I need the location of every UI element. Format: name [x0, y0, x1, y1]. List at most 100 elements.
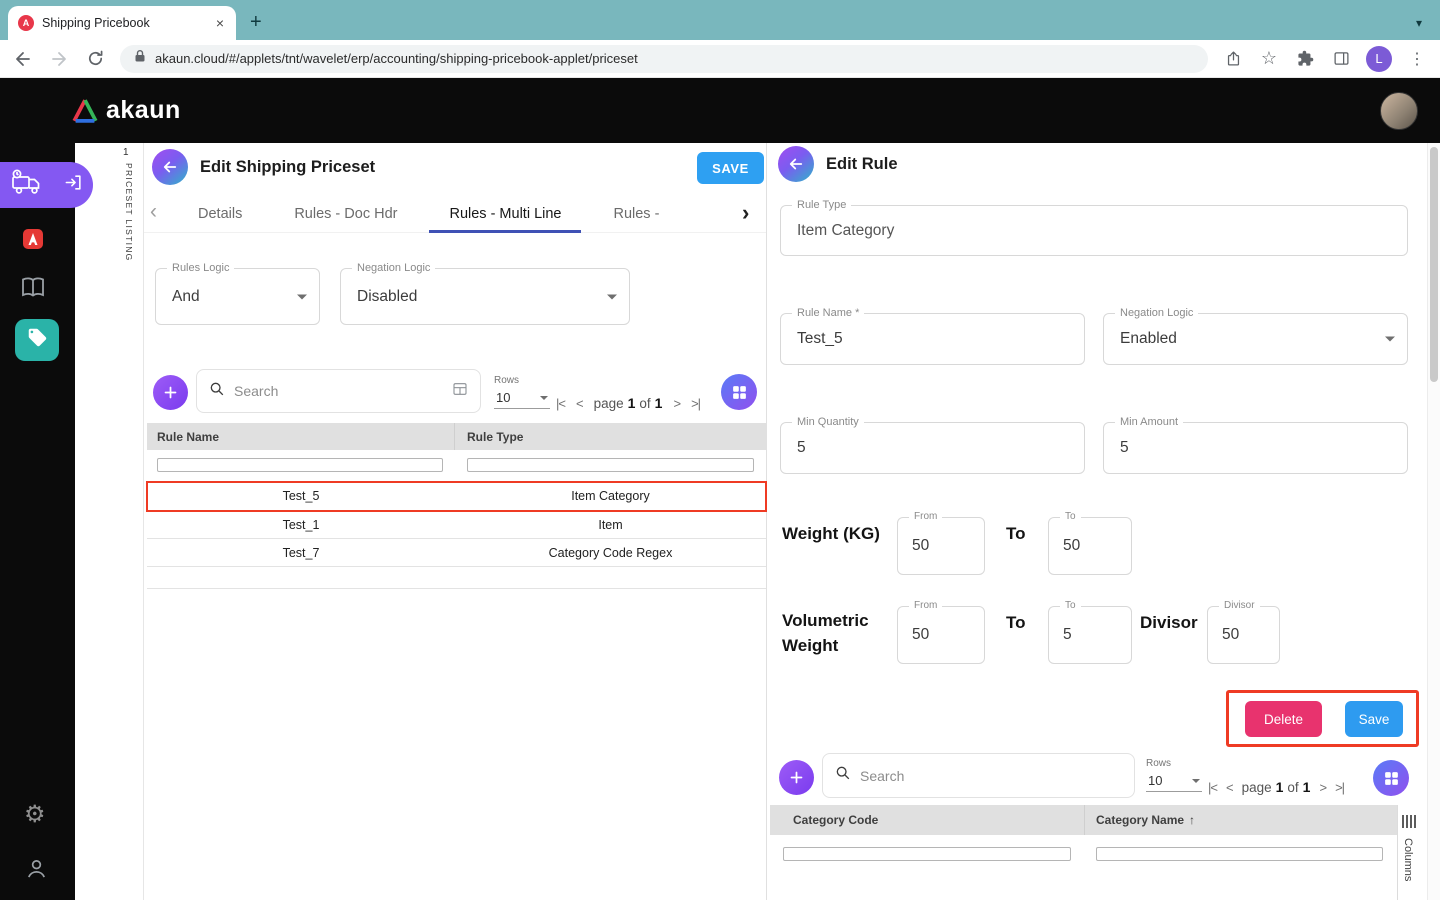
category-search-box — [822, 753, 1135, 798]
next-page-button[interactable]: > — [1319, 780, 1326, 795]
weight-to-field[interactable]: To 50 — [1048, 517, 1132, 575]
sidebar-item-shipping-active[interactable] — [0, 162, 93, 208]
rule-name-filter-input[interactable] — [157, 458, 443, 472]
table-icon[interactable] — [452, 381, 468, 402]
divisor-field[interactable]: Divisor 50 — [1207, 606, 1280, 664]
rows-select[interactable]: 10 — [1146, 772, 1202, 792]
prev-page-button[interactable]: < — [576, 396, 583, 411]
negation-logic-rule-select[interactable]: Negation Logic Enabled — [1103, 313, 1408, 365]
sort-ascending-icon: ↑ — [1189, 813, 1195, 827]
search-icon — [835, 765, 851, 786]
volumetric-weight-label: Volumetric Weight — [782, 608, 869, 658]
sidebar: ⚙ — [0, 143, 75, 900]
save-button[interactable]: SAVE — [697, 152, 764, 184]
profile-person-icon[interactable] — [25, 857, 48, 880]
column-header-rule-type[interactable]: Rule Type — [455, 423, 766, 450]
volumetric-from-field[interactable]: From 50 — [897, 606, 985, 664]
first-page-button[interactable]: |< — [556, 396, 565, 411]
filter-row — [147, 450, 766, 482]
table-row-selected[interactable]: Test_5 Item Category — [147, 482, 766, 511]
bookmark-star-icon[interactable]: ☆ — [1258, 48, 1280, 70]
prev-page-button[interactable]: < — [1226, 780, 1233, 795]
chevron-down-icon — [1385, 337, 1395, 342]
tab-rules-doc-hdr[interactable]: Rules - Doc Hdr — [268, 195, 423, 233]
reload-icon[interactable] — [84, 48, 106, 70]
user-avatar[interactable] — [1380, 92, 1418, 130]
browser-menu-icon[interactable]: ⋮ — [1406, 48, 1428, 70]
chevron-down-icon — [1192, 779, 1200, 783]
weight-kg-label: Weight (KG) — [782, 524, 880, 544]
tab-rules-next[interactable]: Rules - — [587, 195, 685, 233]
grid-view-button[interactable] — [721, 374, 757, 410]
extensions-icon[interactable] — [1294, 48, 1316, 70]
last-page-button[interactable]: >| — [1335, 780, 1344, 795]
chevron-down-icon — [607, 294, 617, 299]
priceset-count: 1 — [123, 147, 129, 158]
category-name-filter-input[interactable] — [1096, 847, 1383, 861]
rule-type-field[interactable]: Rule Type Item Category — [780, 205, 1408, 256]
column-header-rule-name[interactable]: Rule Name — [147, 423, 455, 450]
login-arrow-icon — [64, 173, 83, 197]
side-panel-icon[interactable] — [1330, 48, 1352, 70]
scrollbar-thumb[interactable] — [1430, 147, 1438, 382]
rows-per-page: Rows 10 — [494, 375, 550, 409]
back-button-rule[interactable] — [778, 146, 814, 182]
pagination: |< < page 1 of 1 > >| — [556, 393, 700, 413]
delivery-truck-clock-icon — [10, 169, 46, 202]
rows-label: Rows — [494, 375, 550, 386]
min-quantity-field[interactable]: Min Quantity 5 — [780, 422, 1085, 474]
save-rule-button[interactable]: Save — [1345, 701, 1403, 737]
share-icon[interactable] — [1222, 48, 1244, 70]
volumetric-to-field[interactable]: To 5 — [1048, 606, 1132, 664]
close-tab-icon[interactable]: × — [214, 15, 226, 31]
rules-search-box — [196, 369, 481, 413]
next-page-button[interactable]: > — [673, 396, 680, 411]
new-tab-button[interactable]: + — [250, 12, 262, 32]
delete-button[interactable]: Delete — [1245, 701, 1322, 737]
column-header-category-code[interactable]: Category Code — [770, 805, 1085, 835]
settings-gear-icon[interactable]: ⚙ — [24, 800, 46, 829]
brand-triangle-icon — [70, 97, 100, 124]
search-input[interactable] — [234, 383, 443, 399]
first-page-button[interactable]: |< — [1208, 780, 1217, 795]
rows-label: Rows — [1146, 758, 1202, 769]
rules-logic-select[interactable]: Rules Logic And — [155, 268, 320, 325]
grid-view-button[interactable] — [1373, 760, 1409, 796]
brand-name: akaun — [106, 96, 181, 125]
drag-handle-icon[interactable] — [1402, 815, 1416, 828]
negation-logic-select[interactable]: Negation Logic Disabled — [340, 268, 630, 325]
forward-icon[interactable] — [48, 48, 70, 70]
sidebar-item-pricebook-tag[interactable] — [15, 319, 59, 361]
columns-label[interactable]: Columns — [1402, 838, 1414, 881]
tabs: Details Rules - Doc Hdr Rules - Multi Li… — [172, 195, 732, 233]
pdf-icon[interactable] — [21, 227, 45, 251]
chevron-down-icon — [297, 294, 307, 299]
category-code-filter-input[interactable] — [783, 847, 1071, 861]
table-row[interactable]: Test_1 Item — [147, 511, 766, 539]
tabs-scroll-right-icon[interactable]: › — [742, 200, 749, 226]
url-field[interactable]: akaun.cloud/#/applets/tnt/wavelet/erp/ac… — [120, 45, 1208, 73]
tab-rules-multi-line[interactable]: Rules - Multi Line — [423, 195, 587, 233]
add-rule-button[interactable] — [153, 375, 188, 410]
rows-select[interactable]: 10 — [494, 389, 550, 409]
browser-profile-avatar[interactable]: L — [1366, 46, 1392, 72]
back-button[interactable] — [152, 149, 188, 185]
category-table: Category Code Category Name ↑ — [770, 805, 1397, 873]
tab-title: Shipping Pricebook — [42, 16, 206, 30]
table-row[interactable]: Test_7 Category Code Regex — [147, 539, 766, 567]
browser-tab[interactable]: A Shipping Pricebook × — [8, 6, 236, 40]
min-amount-field[interactable]: Min Amount 5 — [1103, 422, 1408, 474]
last-page-button[interactable]: >| — [691, 396, 700, 411]
divider — [1397, 805, 1398, 900]
tab-list-button[interactable]: ▾ — [1416, 16, 1422, 30]
back-icon[interactable] — [12, 48, 34, 70]
rule-type-filter-input[interactable] — [467, 458, 754, 472]
weight-from-field[interactable]: From 50 — [897, 517, 985, 575]
category-search-input[interactable] — [860, 768, 1122, 784]
tabs-scroll-left-icon[interactable]: ‹ — [150, 200, 157, 224]
tab-details[interactable]: Details — [172, 195, 268, 233]
rule-name-field[interactable]: Rule Name * Test_5 — [780, 313, 1085, 365]
column-header-category-name[interactable]: Category Name ↑ — [1085, 805, 1397, 835]
book-icon[interactable] — [20, 276, 46, 298]
add-category-button[interactable] — [779, 760, 814, 795]
